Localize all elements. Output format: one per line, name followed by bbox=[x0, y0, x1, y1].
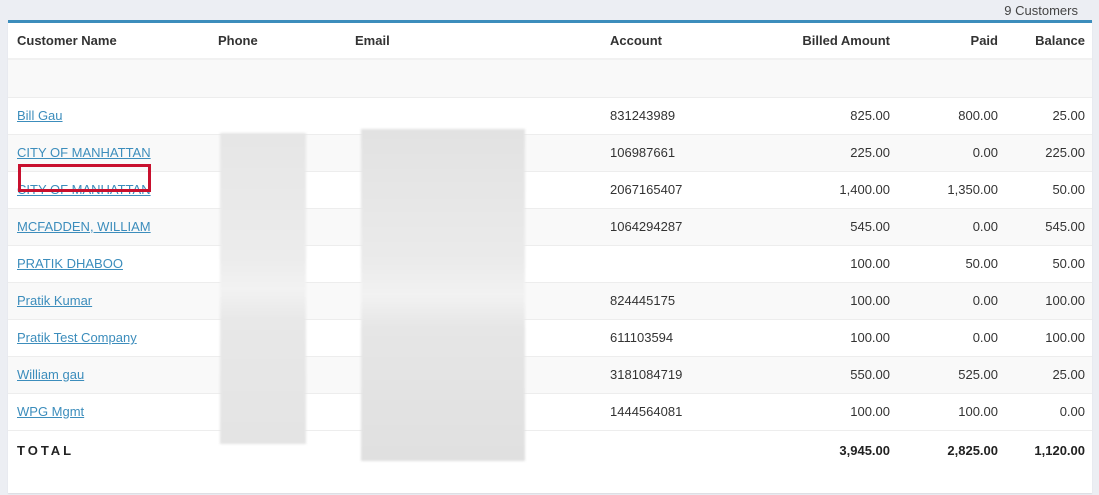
customer-name-link[interactable]: CITY OF MANHATTAN bbox=[17, 145, 151, 160]
balance-cell: 545.00 bbox=[1045, 219, 1085, 234]
table-row: MCFADDEN, WILLIAM 1064294287 545.00 0.00 545… bbox=[8, 208, 1092, 245]
account-cell: 106987661 bbox=[610, 145, 676, 160]
customer-name-link[interactable]: Pratik Kumar bbox=[17, 293, 92, 308]
customer-name-link[interactable]: CITY OF MANHATTAN bbox=[17, 182, 151, 197]
customer-name-cell: Pratik Test Company bbox=[8, 319, 209, 356]
balance-cell: 25.00 bbox=[1052, 367, 1085, 382]
redacted-email-column bbox=[361, 129, 525, 461]
billed-amount-cell: 825.00 bbox=[850, 108, 890, 123]
total-label: TOTAL bbox=[8, 430, 209, 470]
balance-cell: 100.00 bbox=[1045, 330, 1085, 345]
customer-balance-table: Customer Name Phone Email Account Billed… bbox=[8, 23, 1092, 470]
col-header-email[interactable]: Email bbox=[346, 23, 601, 60]
table-row: PRATIK DHABOO 100.00 50.00 50.00 bbox=[8, 245, 1092, 282]
col-header-account[interactable]: Account bbox=[601, 23, 773, 60]
account-cell: 2067165407 bbox=[610, 182, 683, 197]
billed-amount-cell: 100.00 bbox=[850, 404, 890, 419]
customer-name-cell: Pratik Kumar bbox=[8, 282, 209, 319]
table-row: Pratik Test Company 611103594 100.00 0.00 10… bbox=[8, 319, 1092, 356]
paid-cell: 0.00 bbox=[972, 145, 998, 160]
paid-cell: 1,350.00 bbox=[947, 182, 998, 197]
billed-amount-cell: 100.00 bbox=[850, 256, 890, 271]
billed-amount-cell: 100.00 bbox=[850, 293, 890, 308]
table-row: CITY OF MANHATTAN 2067165407 1,400.00 1,350… bbox=[8, 171, 1092, 208]
billed-amount-cell: 1,400.00 bbox=[839, 182, 890, 197]
table-row: Pratik Kumar 824445175 100.00 0.00 100.00 bbox=[8, 282, 1092, 319]
table-row: William gau 3181084719 550.00 525.00 25.00 bbox=[8, 356, 1092, 393]
customer-name-link[interactable]: William gau bbox=[17, 367, 84, 382]
paid-cell: 800.00 bbox=[958, 108, 998, 123]
billed-amount-cell: 225.00 bbox=[850, 145, 890, 160]
total-account-cell bbox=[601, 430, 773, 470]
table-header-row: Customer Name Phone Email Account Billed… bbox=[8, 23, 1092, 60]
balance-cell: 100.00 bbox=[1045, 293, 1085, 308]
col-header-customer-name[interactable]: Customer Name bbox=[8, 23, 209, 60]
table-row: WPG Mgmt 1444564081 100.00 100.00 0.00 bbox=[8, 393, 1092, 430]
customer-name-cell: WPG Mgmt bbox=[8, 393, 209, 430]
customer-name-cell: Bill Gau bbox=[8, 97, 209, 134]
billed-amount-cell: 545.00 bbox=[850, 219, 890, 234]
account-cell: 3181084719 bbox=[610, 367, 683, 382]
customer-name-link[interactable]: WPG Mgmt bbox=[17, 404, 84, 419]
customer-count: 9 Customers bbox=[1004, 3, 1078, 18]
redacted-phone-column bbox=[220, 133, 306, 444]
customer-name-cell: CITY OF MANHATTAN bbox=[8, 171, 209, 208]
account-cell: 1064294287 bbox=[610, 219, 683, 234]
total-billed-amount: 3,945.00 bbox=[773, 430, 897, 470]
filter-row bbox=[8, 59, 1092, 97]
customer-name-link[interactable]: Pratik Test Company bbox=[17, 330, 137, 345]
table-row: Bill Gau 831243989 825.00 800.00 25.00 bbox=[8, 97, 1092, 134]
paid-cell: 50.00 bbox=[965, 256, 998, 271]
customer-name-link[interactable]: PRATIK DHABOO bbox=[17, 256, 123, 271]
balance-cell: 50.00 bbox=[1052, 256, 1085, 271]
customer-count-bar: 9 Customers bbox=[0, 0, 1099, 20]
paid-cell: 100.00 bbox=[958, 404, 998, 419]
balance-cell: 50.00 bbox=[1052, 182, 1085, 197]
customer-balance-panel: Customer Name Phone Email Account Billed… bbox=[8, 20, 1092, 493]
billed-amount-cell: 550.00 bbox=[850, 367, 890, 382]
customer-name-link[interactable]: Bill Gau bbox=[17, 108, 63, 123]
total-paid: 2,825.00 bbox=[897, 430, 1005, 470]
col-header-phone[interactable]: Phone bbox=[209, 23, 346, 60]
customer-name-cell: PRATIK DHABOO bbox=[8, 245, 209, 282]
account-cell: 824445175 bbox=[610, 293, 676, 308]
balance-cell: 25.00 bbox=[1052, 108, 1085, 123]
col-header-balance[interactable]: Balance bbox=[1005, 23, 1092, 60]
billed-amount-cell: 100.00 bbox=[850, 330, 890, 345]
total-row: TOTAL 3,945.00 2,825.00 1,120.00 bbox=[8, 430, 1092, 470]
customer-name-cell: William gau bbox=[8, 356, 209, 393]
total-balance: 1,120.00 bbox=[1005, 430, 1092, 470]
account-cell: 831243989 bbox=[610, 108, 676, 123]
customer-name-link[interactable]: MCFADDEN, WILLIAM bbox=[17, 219, 151, 234]
paid-cell: 0.00 bbox=[972, 293, 998, 308]
account-cell: 611103594 bbox=[610, 330, 674, 345]
paid-cell: 0.00 bbox=[972, 330, 998, 345]
account-cell bbox=[601, 245, 773, 282]
balance-cell: 225.00 bbox=[1045, 145, 1085, 160]
balance-cell: 0.00 bbox=[1059, 404, 1085, 419]
paid-cell: 525.00 bbox=[958, 367, 998, 382]
col-header-paid[interactable]: Paid bbox=[897, 23, 1005, 60]
paid-cell: 0.00 bbox=[972, 219, 998, 234]
col-header-billed-amount[interactable]: Billed Amount bbox=[773, 23, 897, 60]
customer-name-cell: CITY OF MANHATTAN bbox=[8, 134, 209, 171]
table-row: CITY OF MANHATTAN 106987661 225.00 0.00 225.… bbox=[8, 134, 1092, 171]
phone-cell bbox=[209, 97, 346, 134]
customer-name-cell: MCFADDEN, WILLIAM bbox=[8, 208, 209, 245]
account-cell: 1444564081 bbox=[610, 404, 683, 419]
